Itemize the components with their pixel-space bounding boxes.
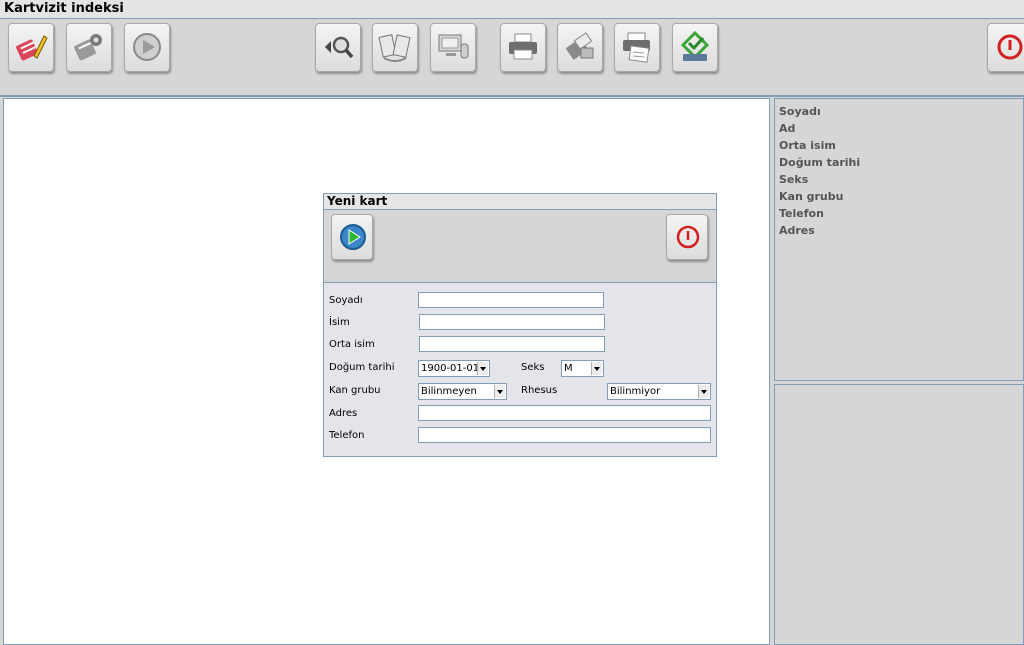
printer-icon [509, 33, 537, 60]
blood-group-label: Kan grubu [329, 385, 381, 396]
blood-group-value: Bilinmeyen [421, 386, 477, 397]
blood-group-select[interactable]: Bilinmeyen [418, 383, 507, 400]
chevron-down-icon[interactable] [591, 362, 602, 375]
recycle-print-button[interactable] [672, 23, 718, 72]
rhesus-label: Rhesus [521, 385, 558, 396]
play-icon [340, 224, 366, 250]
detail-label-phone: Telefon [779, 207, 824, 220]
address-label: Adres [329, 408, 358, 419]
middle-name-field[interactable] [419, 336, 605, 352]
detail-label-middle-name: Orta isim [779, 139, 836, 152]
play-button[interactable] [124, 23, 170, 72]
detail-label-address: Adres [779, 224, 815, 237]
chevron-down-icon[interactable] [477, 362, 488, 375]
database-settings-button[interactable] [66, 23, 112, 72]
birth-date-value: 1900-01-01 [421, 363, 480, 374]
phone-label: Telefon [329, 430, 365, 441]
card-details-list: Soyadı Ad Orta isim Doğum tarihi Seks Ka… [779, 103, 860, 239]
recycle-print-icon [680, 30, 710, 61]
print-button[interactable] [500, 23, 546, 72]
rhesus-select[interactable]: Bilinmiyor [607, 383, 711, 400]
dialog-toolbar [324, 210, 716, 283]
sex-label: Seks [521, 362, 545, 373]
window-titlebar: Kartvizit indeksi [0, 0, 1024, 19]
rhesus-value: Bilinmiyor [610, 386, 661, 397]
print-settings-button[interactable] [557, 23, 603, 72]
window-title: Kartvizit indeksi [4, 1, 124, 16]
sex-value: M [564, 363, 573, 374]
computer-button[interactable] [430, 23, 476, 72]
surname-field[interactable] [418, 292, 604, 308]
address-field[interactable] [418, 405, 711, 421]
main-toolbar [0, 19, 1024, 97]
card-details-panel: Soyadı Ad Orta isim Doğum tarihi Seks Ka… [774, 98, 1024, 381]
middle-name-label: Orta isim [329, 339, 375, 350]
power-icon [676, 225, 700, 249]
sex-select[interactable]: M [561, 360, 604, 377]
print-preview-icon [623, 32, 650, 63]
new-card-dialog: Yeni kart Soyadı İsim Orta isim Doğum ta… [323, 193, 717, 457]
dialog-titlebar: Yeni kart [324, 194, 716, 210]
detail-label-sex: Seks [779, 173, 809, 186]
print-preview-button[interactable] [614, 23, 660, 72]
dialog-close-button[interactable] [666, 214, 708, 260]
exit-button[interactable] [987, 23, 1024, 72]
edit-button[interactable] [8, 23, 54, 72]
copy-cards-button[interactable] [372, 23, 418, 72]
computer-icon [438, 34, 469, 59]
power-icon [997, 34, 1023, 60]
dialog-confirm-button[interactable] [331, 214, 373, 260]
birth-date-picker[interactable]: 1900-01-01 [418, 360, 490, 377]
secondary-panel [774, 384, 1024, 645]
database-settings-icon [74, 34, 102, 61]
name-label: İsim [329, 317, 350, 328]
birth-date-label: Doğum tarihi [329, 362, 395, 373]
chevron-down-icon[interactable] [698, 385, 709, 398]
name-field[interactable] [419, 314, 605, 330]
detail-label-blood-group: Kan grubu [779, 190, 844, 203]
detail-label-name: Ad [779, 122, 796, 135]
search-button[interactable] [315, 23, 361, 72]
phone-field[interactable] [418, 427, 711, 443]
search-icon [325, 36, 354, 59]
surname-label: Soyadı [329, 295, 363, 306]
chevron-down-icon[interactable] [494, 385, 505, 398]
play-icon [133, 33, 161, 61]
copy-cards-icon [378, 34, 411, 62]
print-settings-icon [565, 32, 594, 60]
dialog-title: Yeni kart [327, 194, 388, 208]
detail-label-birth-date: Doğum tarihi [779, 156, 861, 169]
edit-icon [16, 35, 48, 61]
detail-label-surname: Soyadı [779, 105, 821, 118]
